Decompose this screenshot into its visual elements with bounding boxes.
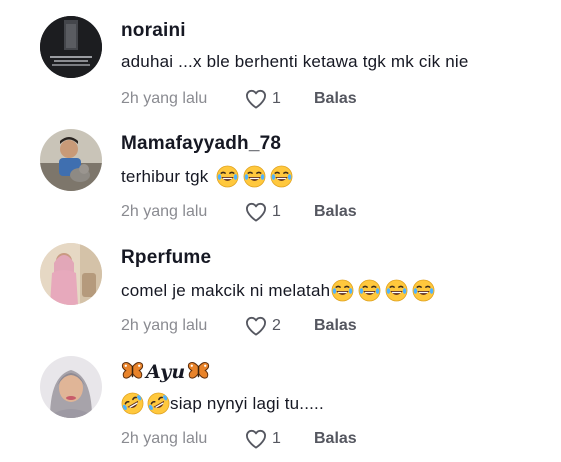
- grinning-tears-emoji-icon: [331, 279, 354, 302]
- avatar[interactable]: [40, 356, 102, 418]
- like-button[interactable]: 1: [245, 429, 282, 449]
- comment-username[interactable]: Mamafayyadh_78: [121, 133, 281, 155]
- heart-icon: [245, 316, 267, 336]
- reply-button[interactable]: Balas: [314, 430, 357, 448]
- comment-text-content: aduhai ...x ble berhenti ketawa tgk mk c…: [121, 52, 469, 71]
- comment-meta: 2h yang lalu 1 Balas: [121, 201, 357, 223]
- like-count: 1: [272, 430, 281, 447]
- comment-item: Mamafayyadh_78 terhibur tgk 2h yang lalu…: [0, 113, 561, 226]
- rolling-laughing-emoji-icon: [121, 392, 144, 415]
- reply-button[interactable]: Balas: [314, 317, 357, 335]
- comment-item: noraini aduhai ...x ble berhenti ketawa …: [0, 0, 561, 113]
- comment-text: siap nynyi lagi tu.....: [121, 392, 324, 415]
- heart-icon: [245, 89, 267, 109]
- comment-text-content: terhibur tgk: [121, 166, 209, 186]
- like-count: 1: [272, 203, 281, 220]
- reply-button[interactable]: Balas: [314, 90, 357, 108]
- comment-list: noraini aduhai ...x ble berhenti ketawa …: [0, 0, 561, 462]
- heart-icon: [245, 429, 267, 449]
- comment-timestamp: 2h yang lalu: [121, 203, 208, 220]
- butterfly-emoji-icon: [121, 360, 144, 383]
- grinning-tears-emoji-icon: [358, 279, 381, 302]
- comment-text-content: comel je makcik ni melatah: [121, 280, 331, 300]
- comment-item: Rperfume comel je makcik ni melatah 2h y…: [0, 227, 561, 340]
- butterfly-emoji-icon: [187, 360, 210, 383]
- comment-text-content: siap nynyi lagi tu.....: [170, 393, 324, 413]
- like-count: 2: [272, 317, 281, 334]
- comment-text: comel je makcik ni melatah: [121, 279, 435, 302]
- grinning-tears-emoji-icon: [216, 165, 239, 188]
- grinning-tears-emoji-icon: [385, 279, 408, 302]
- avatar[interactable]: [40, 129, 102, 191]
- comment-username[interactable]: noraini: [121, 20, 186, 42]
- comment-username[interactable]: Ayu: [121, 360, 210, 383]
- comment-timestamp: 2h yang lalu: [121, 90, 208, 107]
- avatar[interactable]: [40, 16, 102, 78]
- comment-username[interactable]: Rperfume: [121, 247, 211, 269]
- reply-button[interactable]: Balas: [314, 203, 357, 221]
- comment-timestamp: 2h yang lalu: [121, 430, 208, 447]
- like-button[interactable]: 1: [245, 202, 282, 222]
- comment-text: aduhai ...x ble berhenti ketawa tgk mk c…: [121, 52, 469, 72]
- comment-timestamp: 2h yang lalu: [121, 317, 208, 334]
- grinning-tears-emoji-icon: [270, 165, 293, 188]
- like-button[interactable]: 2: [245, 316, 282, 336]
- grinning-tears-emoji-icon: [412, 279, 435, 302]
- like-count: 1: [272, 90, 281, 107]
- username-text: Ayu: [146, 360, 186, 383]
- comment-text: terhibur tgk: [121, 165, 293, 188]
- avatar[interactable]: [40, 243, 102, 305]
- comment-item: Ayu siap nynyi lagi tu..... 2h yang lalu…: [0, 340, 561, 453]
- heart-icon: [245, 202, 267, 222]
- like-button[interactable]: 1: [245, 89, 282, 109]
- comment-meta: 2h yang lalu 1 Balas: [121, 428, 357, 450]
- grinning-tears-emoji-icon: [243, 165, 266, 188]
- rolling-laughing-emoji-icon: [147, 392, 170, 415]
- comment-meta: 2h yang lalu 1 Balas: [121, 88, 357, 110]
- comment-meta: 2h yang lalu 2 Balas: [121, 315, 357, 337]
